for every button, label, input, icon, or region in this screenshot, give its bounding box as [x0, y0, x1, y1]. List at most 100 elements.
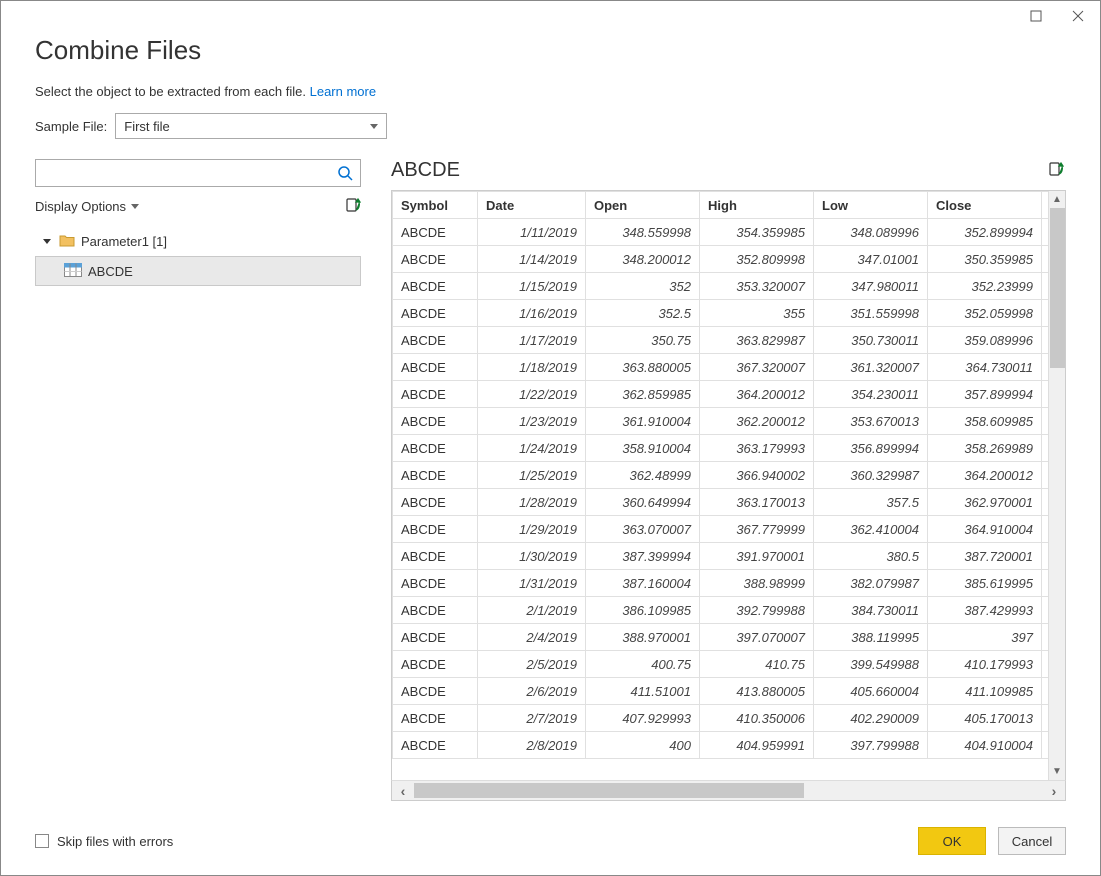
window-maximize-button[interactable]	[1020, 4, 1052, 28]
table-row[interactable]: ABCDE1/23/2019361.910004362.200012353.67…	[393, 408, 1049, 435]
cell: 351.559998	[814, 300, 928, 327]
cell: 364.200012	[928, 462, 1042, 489]
cell: 352.23999	[928, 273, 1042, 300]
scroll-right-icon[interactable]: ›	[1043, 781, 1065, 800]
cell: 411.109985	[928, 678, 1042, 705]
cell: ABCDE	[393, 570, 478, 597]
cell: 364.200012	[700, 381, 814, 408]
table-row[interactable]: ABCDE1/14/2019348.200012352.809998347.01…	[393, 246, 1049, 273]
cell: ABCDE	[393, 273, 478, 300]
search-icon[interactable]	[336, 164, 354, 182]
scroll-up-icon[interactable]: ▲	[1049, 191, 1065, 208]
table-row[interactable]: ABCDE2/5/2019400.75410.75399.549988410.1…	[393, 651, 1049, 678]
cell: 1/11/2019	[478, 219, 586, 246]
sample-file-label: Sample File:	[35, 119, 107, 134]
table-row[interactable]: ABCDE2/7/2019407.929993410.350006402.290…	[393, 705, 1049, 732]
cell: 352.5	[586, 300, 700, 327]
subtitle-text: Select the object to be extracted from e…	[35, 84, 306, 99]
table-row[interactable]: ABCDE2/1/2019386.109985392.799988384.730…	[393, 597, 1049, 624]
window-close-button[interactable]	[1062, 4, 1094, 28]
cell: ABCDE	[393, 246, 478, 273]
cell: 353.320007	[700, 273, 814, 300]
cell: ABCDE	[393, 435, 478, 462]
table-row[interactable]: ABCDE1/18/2019363.880005367.320007361.32…	[393, 354, 1049, 381]
cell: 358.609985	[928, 408, 1042, 435]
chevron-down-icon	[131, 204, 139, 209]
cell: 2/6/2019	[478, 678, 586, 705]
table-row[interactable]: ABCDE1/22/2019362.859985364.200012354.23…	[393, 381, 1049, 408]
column-header[interactable]: High	[700, 192, 814, 219]
refresh-icon[interactable]	[345, 197, 361, 216]
cell: ABCDE	[393, 597, 478, 624]
column-header[interactable]: Close	[928, 192, 1042, 219]
scrollbar-thumb[interactable]	[414, 783, 804, 798]
cell: 355	[700, 300, 814, 327]
tree-item-row[interactable]: ABCDE	[35, 256, 361, 286]
object-tree: Parameter1 [1] ABCDE	[35, 226, 361, 286]
display-options-button[interactable]: Display Options	[35, 199, 139, 214]
tree-item-label: ABCDE	[88, 264, 133, 279]
cell: 357.899994	[928, 381, 1042, 408]
cell: 399.549988	[814, 651, 928, 678]
table-row[interactable]: ABCDE2/8/2019400404.959991397.799988404.…	[393, 732, 1049, 759]
table-row[interactable]: ABCDE1/30/2019387.399994391.970001380.53…	[393, 543, 1049, 570]
table-row[interactable]: ABCDE1/29/2019363.070007367.779999362.41…	[393, 516, 1049, 543]
cancel-button[interactable]: Cancel	[998, 827, 1066, 855]
cell: 410.350006	[700, 705, 814, 732]
cell: 387.160004	[586, 570, 700, 597]
table-row[interactable]: ABCDE1/11/2019348.559998354.359985348.08…	[393, 219, 1049, 246]
cell: ABCDE	[393, 408, 478, 435]
cell: 387.429993	[928, 597, 1042, 624]
cell: 397.799988	[814, 732, 928, 759]
ok-button[interactable]: OK	[918, 827, 986, 855]
table-row[interactable]: ABCDE1/15/2019352353.320007347.980011352…	[393, 273, 1049, 300]
cell: 2/4/2019	[478, 624, 586, 651]
cell: 366.940002	[700, 462, 814, 489]
column-header[interactable]: Symbol	[393, 192, 478, 219]
cell: ABCDE	[393, 705, 478, 732]
scroll-left-icon[interactable]: ‹	[392, 781, 414, 800]
cell: 348.200012	[586, 246, 700, 273]
table-row[interactable]: ABCDE2/4/2019388.970001397.070007388.119…	[393, 624, 1049, 651]
cell: 407.929993	[586, 705, 700, 732]
table-row[interactable]: ABCDE2/6/2019411.51001413.880005405.6600…	[393, 678, 1049, 705]
horizontal-scrollbar[interactable]: ‹ ›	[391, 780, 1066, 801]
cell: 367.779999	[700, 516, 814, 543]
cell: 348.559998	[586, 219, 700, 246]
dialog-title: Combine Files	[35, 35, 1066, 66]
cell: ABCDE	[393, 732, 478, 759]
table-row[interactable]: ABCDE1/28/2019360.649994363.170013357.53…	[393, 489, 1049, 516]
cell: 1/16/2019	[478, 300, 586, 327]
cell: 392.799988	[700, 597, 814, 624]
cell: 359.089996	[928, 327, 1042, 354]
cell: 352	[586, 273, 700, 300]
cell: 350.359985	[928, 246, 1042, 273]
column-header[interactable]: Open	[586, 192, 700, 219]
table-row[interactable]: ABCDE1/31/2019387.160004388.98999382.079…	[393, 570, 1049, 597]
table-row[interactable]: ABCDE1/16/2019352.5355351.559998352.0599…	[393, 300, 1049, 327]
cell: 400	[586, 732, 700, 759]
cell: 386.109985	[586, 597, 700, 624]
sample-file-select[interactable]: First file	[115, 113, 387, 139]
tree-parent-row[interactable]: Parameter1 [1]	[35, 226, 361, 256]
scroll-down-icon[interactable]: ▼	[1049, 763, 1065, 780]
vertical-scrollbar[interactable]: ▲ ▼	[1048, 191, 1065, 780]
cell: 1/31/2019	[478, 570, 586, 597]
cell: 404.959991	[700, 732, 814, 759]
column-header[interactable]: Low	[814, 192, 928, 219]
cell: 358.269989	[928, 435, 1042, 462]
table-row[interactable]: ABCDE1/25/2019362.48999366.940002360.329…	[393, 462, 1049, 489]
search-input-container	[35, 159, 361, 187]
scrollbar-thumb[interactable]	[1050, 208, 1065, 368]
cell: 391.970001	[700, 543, 814, 570]
cell: 348.089996	[814, 219, 928, 246]
cell: 2/1/2019	[478, 597, 586, 624]
tree-collapse-icon[interactable]	[43, 239, 51, 244]
search-input[interactable]	[42, 165, 336, 182]
table-row[interactable]: ABCDE1/24/2019358.910004363.179993356.89…	[393, 435, 1049, 462]
table-row[interactable]: ABCDE1/17/2019350.75363.829987350.730011…	[393, 327, 1049, 354]
column-header[interactable]: Date	[478, 192, 586, 219]
skip-errors-checkbox[interactable]	[35, 834, 49, 848]
learn-more-link[interactable]: Learn more	[310, 84, 376, 99]
refresh-preview-icon[interactable]	[1048, 161, 1064, 180]
